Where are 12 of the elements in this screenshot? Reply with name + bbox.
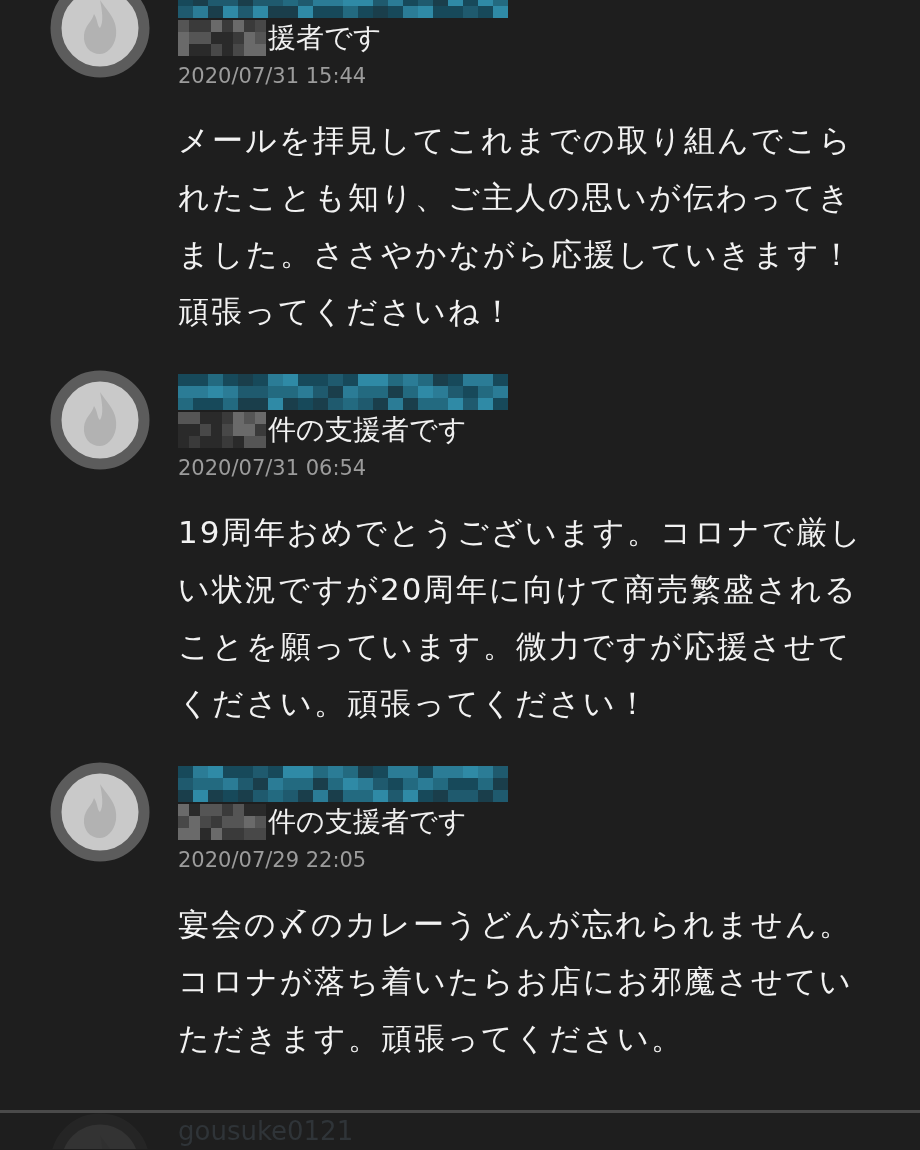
comment-text: メールを拝見してこれまでの取り組んでこられたことも知り、ご主人の思いが伝わってきました。ささやかながら応援していきます！頑張ってくださいね！	[178, 121, 855, 331]
avatar-icon	[50, 370, 150, 470]
avatar-icon	[50, 0, 150, 78]
comment-date: 2020/07/29 22:05	[178, 847, 368, 874]
comment-text: 19周年おめでとうございます。コロナで厳しい状況ですが20周年に向けて商売繁盛されることを願っています。微力ですが応援させてください。頑張ってください！	[178, 513, 865, 723]
avatar-icon	[50, 762, 150, 862]
comment-date: 2020/07/31 15:44	[178, 63, 368, 90]
supporter-count: 件の支援者です	[178, 802, 467, 842]
comment-text: 宴会の〆のカレーうどんが忘れられません。コロナが落ち着いたらお店にお邪魔させていただきます。頑張ってください。	[178, 905, 854, 1058]
supporter-count: 援者です	[178, 18, 382, 58]
comment-date: 2020/07/31 06:54	[178, 455, 368, 482]
supporter-count: 件の支援者です	[178, 410, 467, 450]
